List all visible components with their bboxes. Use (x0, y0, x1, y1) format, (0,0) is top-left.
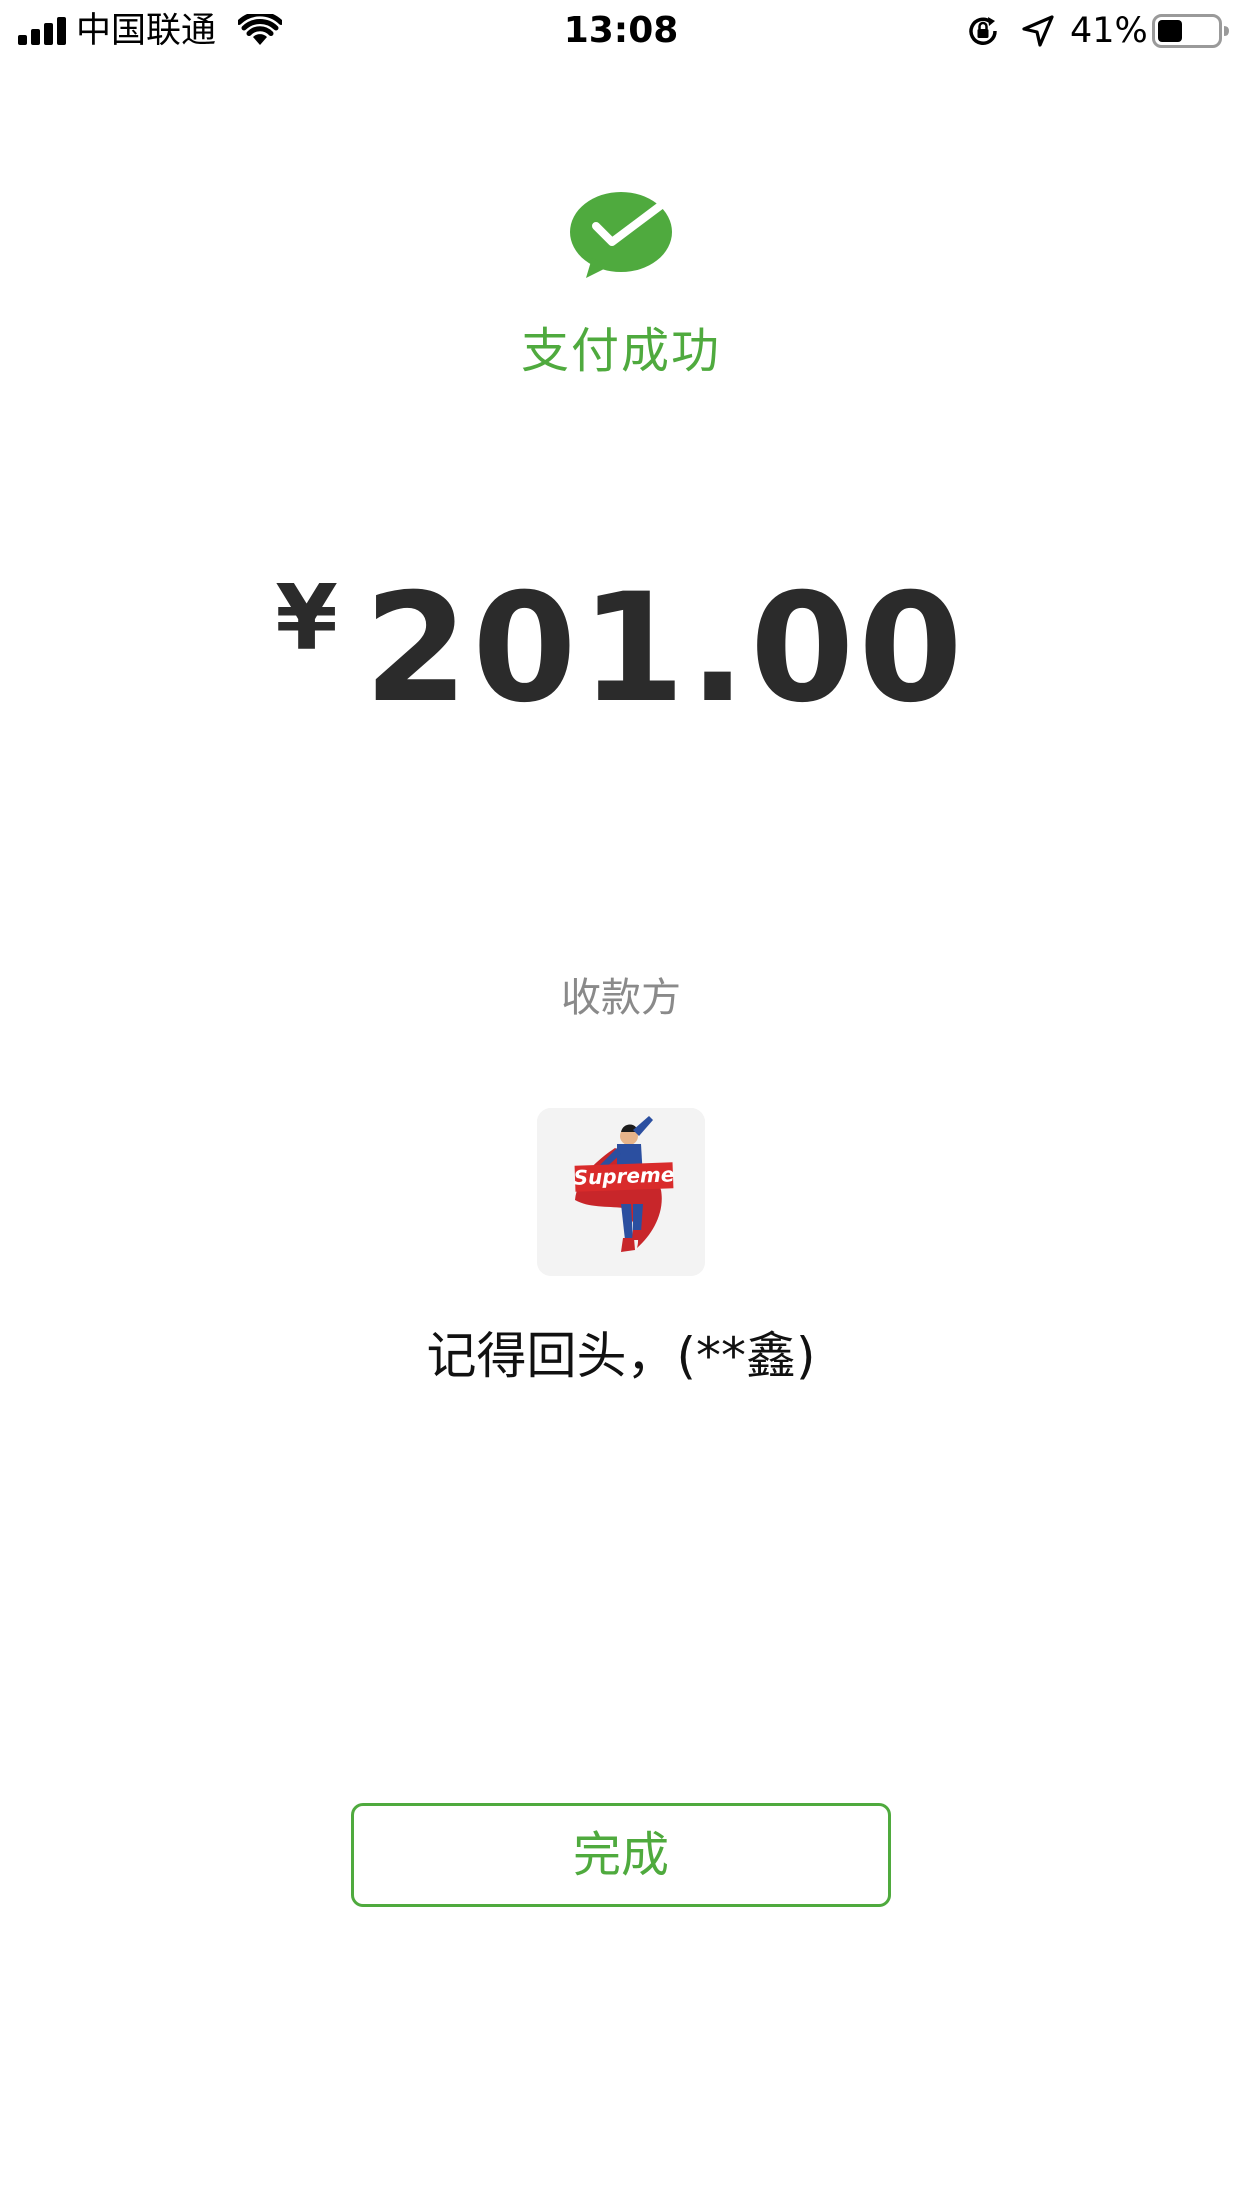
currency-symbol: ¥ (275, 566, 338, 671)
amount-display: ¥201.00 (0, 562, 1242, 736)
status-time: 13:08 (563, 10, 679, 51)
rotation-lock-icon (969, 17, 997, 45)
payee-label: 收款方 (561, 975, 681, 1021)
done-button[interactable]: 完成 (351, 1803, 891, 1907)
superman-avatar-image: Supreme (537, 1108, 705, 1276)
payment-success-screen: 中国联通 13:08 41% 支付成功 ¥201.00 收款方 Supreme … (0, 0, 1242, 2208)
battery-icon (1152, 14, 1229, 48)
status-bar: 中国联通 13:08 41% (0, 0, 1242, 62)
wechat-pay-icon (570, 192, 672, 278)
avatar-logo-text: Supreme (573, 1162, 675, 1190)
payment-status-title: 支付成功 (520, 323, 721, 379)
battery-percent: 41% (1070, 11, 1148, 51)
payee-avatar: Supreme (537, 1108, 705, 1276)
location-arrow-icon (1022, 15, 1054, 47)
payee-name: 记得回头，(**鑫) (426, 1327, 816, 1385)
amount-value: 201.00 (363, 562, 967, 736)
